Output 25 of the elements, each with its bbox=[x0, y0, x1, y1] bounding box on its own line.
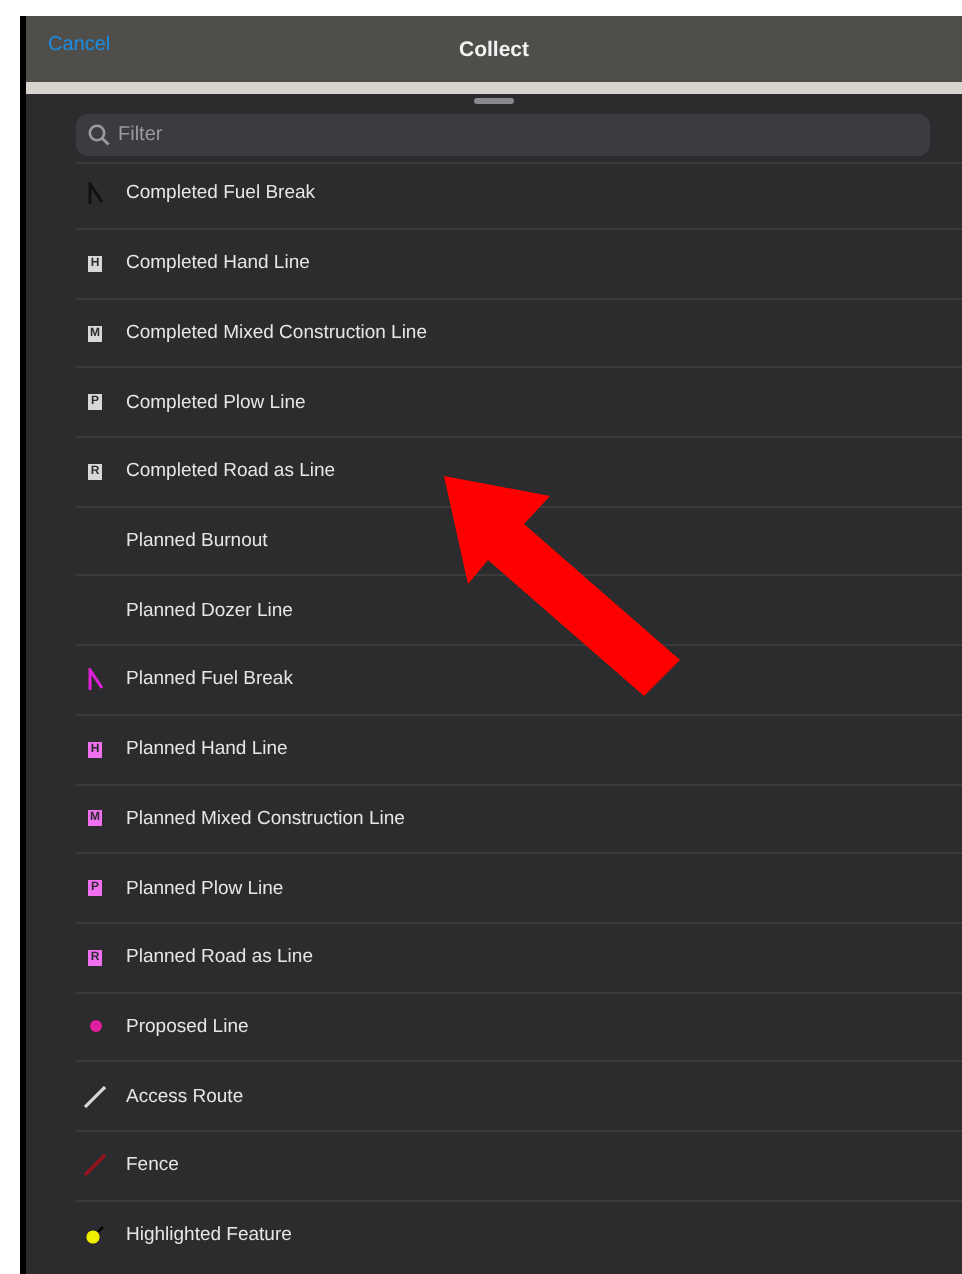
item-label: Planned Mixed Construction Line bbox=[126, 807, 405, 830]
item-label: Planned Fuel Break bbox=[126, 668, 293, 691]
feature-template-item[interactable]: Proposed Line bbox=[76, 991, 962, 1061]
item-label: Completed Mixed Construction Line bbox=[126, 322, 427, 345]
item-label: Planned Dozer Line bbox=[126, 599, 293, 622]
feature-template-item[interactable]: Access Route bbox=[76, 1060, 962, 1130]
item-label: Proposed Line bbox=[126, 1015, 249, 1038]
item-label: Planned Burnout bbox=[126, 530, 268, 553]
item-label: Completed Plow Line bbox=[126, 391, 306, 414]
feature-template-item[interactable]: Highlighted Feature bbox=[76, 1199, 962, 1269]
grabber-handle[interactable] bbox=[474, 98, 514, 104]
item-label: Planned Hand Line bbox=[126, 738, 288, 761]
feature-template-item[interactable]: Completed Fuel Break bbox=[76, 162, 962, 228]
item-label: Completed Road as Line bbox=[126, 460, 336, 483]
sheet-title: Collect bbox=[458, 37, 529, 61]
item-label: Highlighted Feature bbox=[126, 1223, 292, 1246]
item-label: Planned Plow Line bbox=[126, 877, 284, 900]
item-label: Completed Hand Line bbox=[126, 252, 310, 275]
item-label: Planned Road as Line bbox=[126, 946, 313, 969]
item-label: Access Route bbox=[126, 1085, 244, 1108]
item-label: Completed Fuel Break bbox=[126, 182, 316, 204]
item-label: Fence bbox=[126, 1154, 179, 1177]
filter-field[interactable]: Filter bbox=[76, 114, 930, 156]
search-icon bbox=[88, 124, 110, 146]
feature-template-item[interactable]: Fence bbox=[76, 1129, 962, 1200]
